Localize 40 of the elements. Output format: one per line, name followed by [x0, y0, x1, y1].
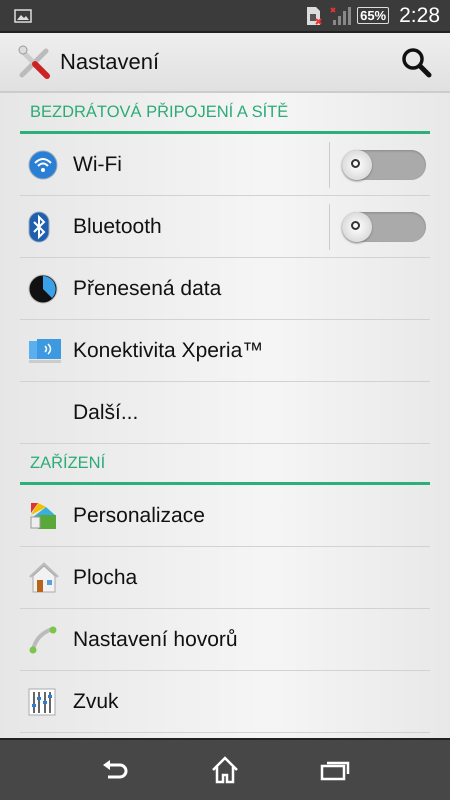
monitors-icon [28, 338, 62, 364]
toggle-switch[interactable] [342, 150, 426, 180]
settings-item[interactable]: Nastavení hovorů [20, 609, 430, 671]
bluetooth-icon [28, 210, 50, 242]
house-icon [28, 562, 60, 594]
item-label: Přenesená data [73, 276, 222, 300]
settings-item[interactable]: Zvuk [20, 671, 430, 733]
picture-icon [14, 8, 32, 22]
item-label: Plocha [73, 566, 138, 590]
signal-icon [329, 6, 352, 26]
screen-title: Nastavení [60, 49, 160, 75]
battery-indicator: 65% [357, 7, 390, 24]
item-label: Další... [73, 400, 140, 424]
settings-item[interactable]: Přenesená data [20, 258, 430, 320]
item-label: Nastavení hovorů [73, 628, 239, 652]
search-button[interactable] [400, 46, 432, 78]
item-label: Bluetooth [73, 214, 163, 238]
settings-item[interactable]: Konektivita Xperia™ [20, 320, 430, 382]
color-house-icon [28, 500, 58, 530]
clock-time: 2:28 [399, 4, 440, 28]
home-icon [210, 755, 240, 785]
phone-handset-icon [28, 624, 58, 654]
settings-item[interactable]: Wi-Fi [20, 134, 430, 196]
settings-item[interactable]: Další... [20, 382, 430, 444]
item-label: Konektivita Xperia™ [73, 338, 264, 362]
pie-clock-icon [28, 274, 58, 304]
settings-item[interactable]: Plocha [20, 547, 430, 609]
item-label: Personalizace [73, 504, 206, 528]
section-header: ZAŘÍZENÍ [30, 454, 106, 472]
toggle-switch[interactable] [342, 212, 426, 242]
item-label: Zvuk [73, 690, 120, 714]
settings-item[interactable]: Bluetooth [20, 196, 430, 258]
equalizer-icon [28, 688, 56, 716]
wrench-screwdriver-icon [18, 45, 52, 79]
item-label: Wi-Fi [73, 152, 123, 176]
wifi-icon [28, 150, 58, 180]
search-icon [400, 46, 432, 78]
settings-item[interactable]: Personalizace [20, 485, 430, 547]
sim-card-icon [305, 6, 324, 26]
section-header: BEZDRÁTOVÁ PŘIPOJENÍ A SÍTĚ [30, 102, 288, 122]
